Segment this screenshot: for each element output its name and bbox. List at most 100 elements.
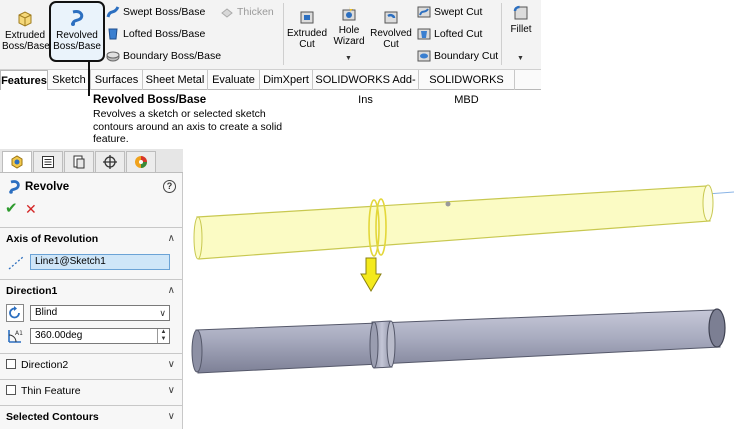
lofted-boss-label: Lofted Boss/Base: [123, 28, 206, 40]
ribbon-separator: [283, 3, 284, 65]
thicken-button[interactable]: Thicken: [220, 3, 274, 21]
hole-wizard-dropdown-arrow[interactable]: ▼: [345, 55, 352, 62]
solid-shaft-body: [195, 309, 721, 374]
lofted-cut-button[interactable]: Lofted Cut: [417, 25, 482, 43]
direction2-section: Direction2 ∨: [0, 353, 183, 379]
extruded-boss-button[interactable]: Extruded Boss/Base: [2, 2, 50, 66]
selected-contours-header[interactable]: Selected Contours ∨: [0, 406, 183, 428]
thin-feature-header[interactable]: Thin Feature ∨: [0, 380, 183, 402]
fillet-button[interactable]: Fillet: [504, 0, 538, 62]
tab-evaluate[interactable]: Evaluate: [208, 70, 260, 90]
tab-surfaces[interactable]: Surfaces: [91, 70, 143, 90]
tab-sheet-metal[interactable]: Sheet Metal: [143, 70, 208, 90]
preview-left-end: [193, 216, 203, 260]
direction2-header[interactable]: Direction2 ∨: [0, 354, 183, 376]
direction2-title: Direction2: [21, 359, 69, 371]
preview-origin-point: [445, 201, 451, 207]
preview-cylinder-body: [196, 185, 711, 260]
expand-chevron-icon: ∨: [167, 359, 175, 370]
angle-icon: A1: [8, 330, 23, 343]
help-button[interactable]: ?: [163, 180, 176, 193]
revolved-cut-button[interactable]: Revolved Cut: [369, 2, 413, 66]
selected-contours-section: Selected Contours ∨: [0, 405, 183, 429]
graphics-viewport[interactable]: [184, 90, 734, 429]
angle-field[interactable]: 360.00deg ▲ ▼: [30, 328, 170, 344]
direction1-title: Direction1: [6, 285, 58, 297]
tab-features[interactable]: Features: [0, 70, 48, 90]
angle-spin-buttons[interactable]: ▲ ▼: [157, 329, 169, 343]
property-manager-header: Revolve ?: [6, 179, 178, 197]
ok-button[interactable]: ✔: [5, 201, 18, 217]
axis-of-revolution-title: Axis of Revolution: [6, 233, 99, 245]
solid-collar-right-face: [386, 320, 396, 368]
boundary-cut-button[interactable]: Boundary Cut: [417, 47, 498, 65]
revolve-preview: [193, 184, 734, 260]
solid-collar-left-face: [369, 321, 379, 369]
hole-wizard-icon: [342, 6, 356, 21]
revolve-feature-icon: [9, 180, 20, 194]
direction1-type-value: Blind: [35, 307, 58, 318]
angle-value: 360.00deg: [35, 330, 83, 341]
manager-tabs: [0, 149, 183, 173]
expand-chevron-icon: ∨: [167, 411, 175, 422]
configuration-manager-icon: [73, 155, 85, 169]
axis-of-revolution-field[interactable]: Line1@Sketch1: [30, 254, 170, 270]
axis-of-revolution-section: Axis of Revolution ∧ Line1@Sketch1: [0, 227, 183, 283]
direction1-type-select[interactable]: Blind ∨: [30, 305, 170, 321]
tab-feature-manager[interactable]: [2, 151, 32, 172]
display-manager-icon: [135, 156, 147, 168]
tab-dimxpert-manager[interactable]: [95, 151, 125, 172]
thicken-icon: [221, 8, 233, 18]
boundary-boss-label: Boundary Boss/Base: [123, 50, 222, 62]
cancel-button[interactable]: ✕: [25, 201, 37, 217]
direction2-checkbox[interactable]: [6, 359, 16, 369]
revolved-boss-button[interactable]: Revolved Boss/Base: [52, 2, 102, 66]
swept-boss-button[interactable]: Swept Boss/Base: [106, 3, 205, 21]
axis-line-icon: [8, 256, 24, 270]
selected-contours-title: Selected Contours: [6, 411, 99, 423]
tab-dimxpert[interactable]: DimXpert: [260, 70, 313, 90]
swept-cut-icon: [417, 6, 431, 18]
tab-property-manager[interactable]: [33, 151, 63, 172]
boundary-boss-button[interactable]: Boundary Boss/Base: [106, 47, 221, 65]
direction1-header[interactable]: Direction1 ∧: [0, 280, 183, 302]
boundary-boss-icon: [106, 51, 120, 62]
extruded-cut-icon: [300, 11, 314, 24]
axis-of-revolution-header[interactable]: Axis of Revolution ∧: [0, 228, 183, 250]
hole-wizard-label: Hole Wizard: [333, 25, 365, 47]
revolved-cut-label: Revolved Cut: [370, 28, 412, 50]
swept-boss-label: Swept Boss/Base: [123, 6, 206, 18]
revolved-boss-icon: [71, 10, 84, 26]
command-manager-ribbon: Extruded Boss/Base Revolved Boss/Base Sw…: [0, 0, 541, 70]
ribbon-separator: [501, 3, 502, 65]
collapse-chevron-icon: ∧: [167, 233, 175, 244]
tab-solidworks-mbd[interactable]: SOLIDWORKS MBD: [419, 70, 515, 106]
tab-display-manager[interactable]: [126, 151, 156, 172]
property-manager-icon: [42, 156, 54, 168]
chevron-down-icon: ∨: [159, 308, 166, 318]
tooltip-leader-line: [88, 62, 90, 96]
extruded-cut-button[interactable]: Extruded Cut: [286, 2, 328, 66]
boundary-cut-icon: [417, 50, 431, 62]
preview-right-end: [702, 184, 714, 222]
collapse-chevron-icon: ∧: [167, 285, 175, 296]
lofted-cut-label: Lofted Cut: [434, 28, 483, 40]
direction1-section: Direction1 ∧ Blind ∨ A1 360.00deg ▲ ▼: [0, 279, 183, 353]
extruded-boss-label: Extruded Boss/Base: [2, 30, 50, 52]
reverse-direction-icon[interactable]: [6, 304, 24, 322]
lofted-boss-button[interactable]: Lofted Boss/Base: [106, 25, 205, 43]
hole-wizard-button[interactable]: Hole Wizard: [329, 0, 369, 63]
revolved-solid-result: [191, 308, 726, 374]
revolved-boss-label: Revolved Boss/Base: [53, 30, 101, 52]
extruded-cut-label: Extruded Cut: [286, 28, 328, 50]
extruded-boss-icon: [18, 11, 32, 27]
fillet-label: Fillet: [510, 24, 532, 35]
fillet-dropdown-arrow[interactable]: ▼: [517, 55, 524, 62]
swept-cut-button[interactable]: Swept Cut: [417, 3, 482, 21]
boundary-cut-label: Boundary Cut: [434, 50, 499, 62]
tab-configuration-manager[interactable]: [64, 151, 94, 172]
tab-solidworks-add-ins[interactable]: SOLIDWORKS Add-Ins: [313, 70, 419, 106]
tab-sketch[interactable]: Sketch: [48, 70, 91, 90]
thin-feature-section: Thin Feature ∨: [0, 379, 183, 405]
thin-feature-checkbox[interactable]: [6, 385, 16, 395]
